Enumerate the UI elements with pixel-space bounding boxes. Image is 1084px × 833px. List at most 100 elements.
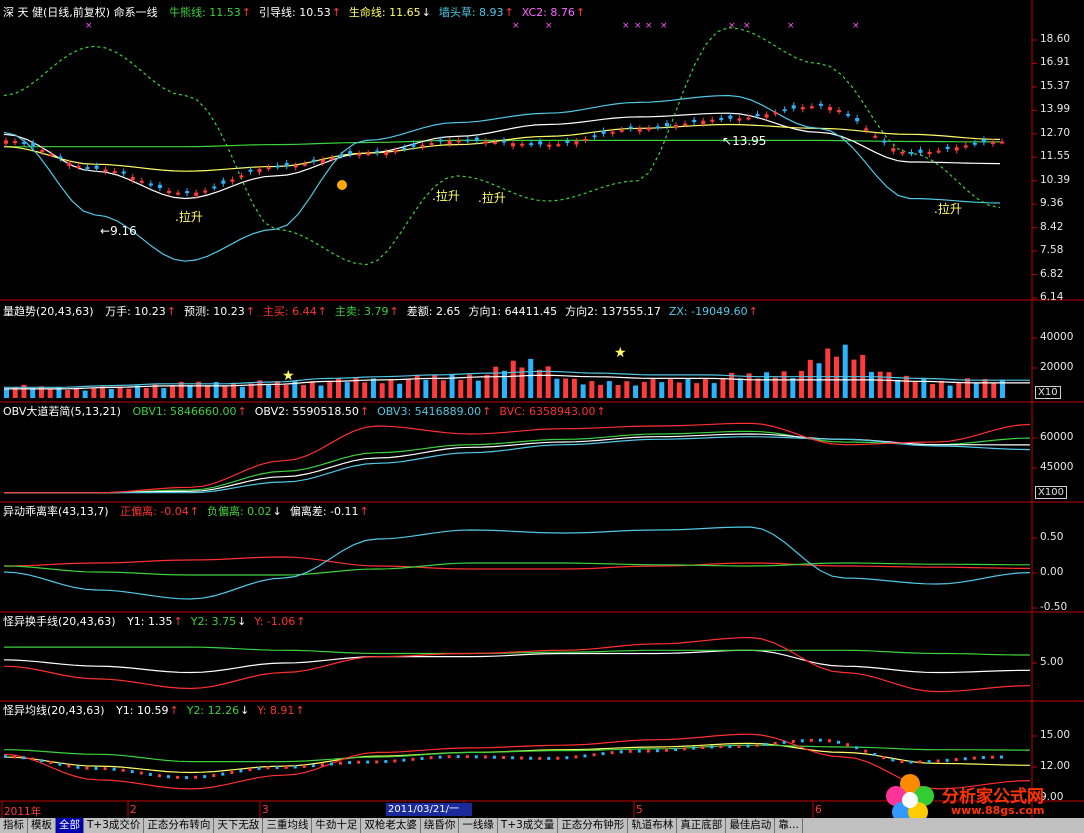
indicator-tab[interactable]: 最佳启动 — [726, 818, 776, 833]
volume-bar — [327, 381, 333, 398]
candle-body — [492, 141, 497, 144]
y-tick-label: 7.58 — [1040, 244, 1064, 257]
indicator-tab[interactable]: 正态分布转向 — [144, 818, 215, 833]
indicator-tab[interactable]: T+3成交量 — [498, 818, 559, 833]
candle-body — [746, 117, 751, 120]
volume-bar — [842, 344, 848, 398]
y-tick-label: 13.99 — [1040, 103, 1071, 116]
volume-bar — [204, 385, 210, 398]
candle-body — [166, 190, 171, 193]
candle-body — [411, 143, 416, 147]
indicator-tab[interactable]: 正态分布钟形 — [558, 818, 629, 833]
pull-up-label: .拉升 — [478, 191, 506, 205]
mini-candle — [800, 739, 804, 743]
indicator-tab[interactable]: 一线缘 — [459, 818, 498, 833]
candle-body — [692, 119, 697, 123]
candle-body — [800, 107, 805, 110]
candle-body — [257, 168, 262, 173]
mini-candle — [49, 761, 53, 765]
volume-bar — [187, 385, 193, 398]
mini-candle — [483, 755, 487, 759]
indicator-tab[interactable]: 轨道布林 — [628, 818, 678, 833]
x-tick-label: 6 — [815, 804, 822, 816]
volume-bar — [170, 385, 175, 398]
candle-body — [782, 109, 787, 112]
candle-body — [447, 140, 452, 145]
candle-body — [737, 118, 742, 121]
candle-body — [610, 131, 615, 134]
candle-body — [49, 154, 54, 157]
obv-panel-header: OBV大道若简(5,13,21) OBV1: 5846660.00 OBV2: 5… — [3, 405, 622, 419]
candle-body — [284, 162, 289, 167]
volume-bar — [790, 378, 796, 398]
mini-candle — [782, 740, 786, 744]
candle-body — [583, 138, 588, 141]
volume-bar — [886, 372, 892, 398]
legend-item: Y2: 3.75 — [191, 615, 247, 628]
volume-trend-line — [4, 370, 1030, 388]
turnover-panel-header: 怪异换手线(20,43,63) Y1: 1.35 Y2: 3.75 Y: -1.06 — [3, 615, 322, 629]
y-tick-label: 0.50 — [1040, 531, 1064, 543]
volume-bar — [668, 377, 673, 398]
indicator-line — [3, 649, 1031, 674]
legend-item: 方向1: 64411.45 — [468, 305, 558, 318]
candle-body — [121, 171, 126, 174]
volume-bar — [633, 385, 639, 398]
volume-bar — [563, 378, 569, 398]
indicator-tab[interactable]: 指标 — [0, 818, 28, 833]
x-tick-label: 2 — [130, 804, 137, 816]
mini-candle — [628, 749, 632, 753]
signal-mark-icon: × — [85, 21, 93, 31]
legend-item: 负偏离: 0.02 — [207, 505, 282, 518]
indicator-tab[interactable]: 真正底部 — [677, 818, 727, 833]
indicator-line — [3, 733, 1031, 790]
candle-body — [846, 113, 851, 116]
signal-mark-icon: × — [512, 21, 520, 31]
mini-candle — [384, 760, 388, 764]
candle-body — [239, 175, 244, 178]
indicator-tab[interactable]: 模板 — [28, 818, 56, 833]
pull-up-label: .拉升 — [934, 202, 962, 216]
mini-candle — [619, 750, 623, 754]
mini-candle — [818, 738, 822, 742]
mini-candle — [864, 749, 868, 753]
indicator-tab[interactable]: 全部 — [56, 818, 84, 833]
ma-panel-title: 怪异均线(20,43,63) — [3, 704, 105, 717]
candle-body — [565, 140, 570, 143]
indicator-tab[interactable]: 双枪老太婆 — [361, 818, 421, 833]
y-tick-label: 18.60 — [1040, 33, 1071, 45]
mini-candle — [538, 756, 542, 760]
indicator-tab[interactable]: 绕昏你 — [421, 818, 460, 833]
volume-bar — [982, 379, 988, 398]
volume-bar — [694, 383, 700, 398]
pull-up-label: .拉升 — [432, 189, 460, 203]
ma-panel-legend: Y1: 10.59 Y2: 12.26 Y: 8.91 — [116, 704, 312, 717]
indicator-tab[interactable]: 天下无敌 — [214, 818, 264, 833]
indicator-tab[interactable]: 牛劲十足 — [312, 818, 362, 833]
mini-candle — [972, 756, 976, 760]
legend-item: 方向2: 137555.17 — [565, 305, 661, 318]
signal-mark-icon: × — [743, 21, 751, 31]
candle-body — [22, 141, 27, 144]
volume-bar — [606, 381, 612, 398]
indicator-tab[interactable]: 三重均线 — [263, 818, 313, 833]
ma-panel-header: 怪异均线(20,43,63) Y1: 10.59 Y2: 12.26 Y: 8.91 — [3, 704, 321, 718]
candle-body — [664, 123, 669, 127]
volume-bar — [781, 371, 787, 398]
indicator-tab[interactable]: T+3成交价 — [84, 818, 145, 833]
mini-candle — [456, 755, 460, 759]
volume-bar — [851, 359, 857, 398]
mini-candle — [719, 745, 723, 749]
legend-item: ZX: -19049.60 — [669, 305, 758, 318]
volume-bar — [659, 382, 665, 398]
legend-item: 万手: 10.23 — [105, 305, 176, 318]
indicator-tab[interactable]: 靠... — [775, 818, 803, 833]
volume-panel-legend: 万手: 10.23 预测: 10.23 主买: 6.44 主卖: 3.79 差额: 2.… — [105, 305, 766, 318]
volume-bar — [493, 366, 499, 398]
volume-bar — [388, 379, 394, 398]
volume-bar — [685, 378, 691, 398]
candle-body — [103, 169, 108, 172]
volume-bar — [755, 378, 761, 398]
candle-body — [339, 154, 344, 157]
legend-item: Y2: 12.26 — [187, 704, 250, 717]
